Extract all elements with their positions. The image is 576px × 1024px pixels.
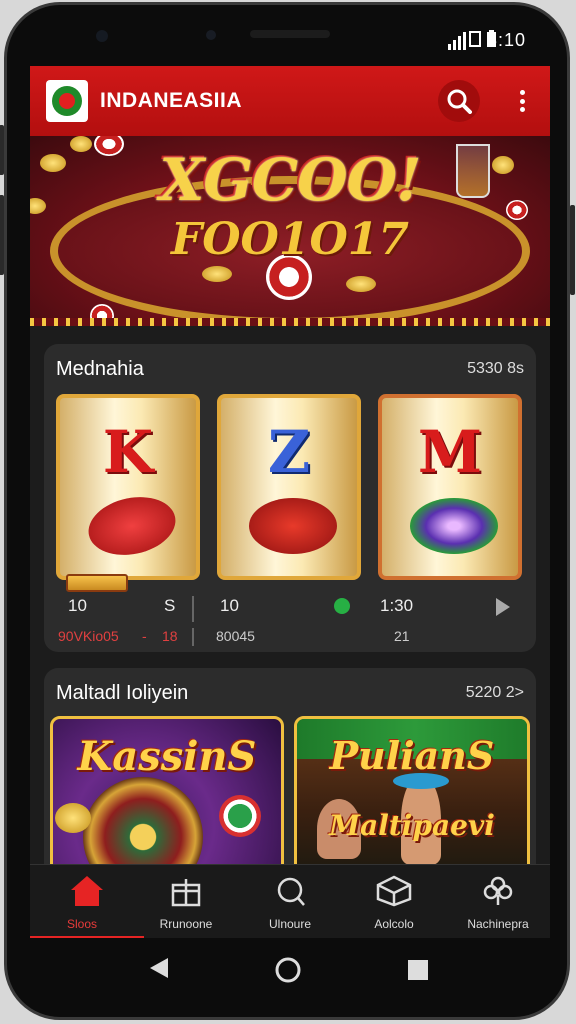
stat-value: 80045 <box>216 628 255 644</box>
nav-label: Sloos <box>66 917 98 931</box>
stat-value: 10 <box>220 596 239 615</box>
status-bar: 8:10 <box>0 22 576 52</box>
coin-icon <box>55 803 91 833</box>
section-count[interactable]: 5220 2> <box>466 684 524 702</box>
coin-icon <box>202 266 232 282</box>
back-icon[interactable] <box>148 956 170 980</box>
app-bar: INDANEASIIA <box>30 66 550 136</box>
divider <box>192 628 194 646</box>
banner-subtitle: FOO1O17 <box>170 214 410 265</box>
app-screen: INDANEASIIA XGCOO! FOO1O17 Mednahia 5330… <box>30 66 550 938</box>
nav-label: Rrunoone <box>159 917 213 931</box>
search-icon <box>447 89 472 114</box>
slots-section: Mednahia 5330 8s K Z M 10 S 10 1:30 90VK… <box>44 344 536 652</box>
nav-item-chat[interactable]: Ulnoure <box>238 865 342 938</box>
wifi-icon <box>469 31 481 47</box>
reel-symbol: K <box>102 418 154 486</box>
promo-banner[interactable]: XGCOO! FOO1O17 <box>30 136 550 326</box>
stat-value: 90VKio05 <box>58 628 119 644</box>
stat-value: 18 <box>162 628 178 644</box>
nav-label: Aolcolo <box>374 917 414 931</box>
stat-separator: - <box>142 628 147 644</box>
search-button[interactable] <box>438 80 480 122</box>
banner-title: XGCOO! <box>159 146 421 214</box>
bottom-navigation: Sloos Rrunoone Ulnoure Aolcolo Nachinepr… <box>30 864 550 938</box>
home-circle-icon[interactable] <box>274 956 302 984</box>
chat-bubble-icon <box>277 877 305 906</box>
system-navigation-bar <box>0 938 566 1008</box>
game-title: KassinS <box>77 733 257 780</box>
recents-icon[interactable] <box>406 958 430 982</box>
gift-box-icon <box>171 879 201 907</box>
app-title: INDANEASIIA <box>100 89 243 112</box>
section-title: Mednahia <box>56 358 144 380</box>
nav-label: Nachinepra <box>467 917 529 931</box>
reel-symbol: Z <box>267 418 311 486</box>
game-tile-pulians[interactable]: PulianS Maltipaevi <box>294 716 530 876</box>
nav-item-box[interactable]: Aolcolo <box>342 865 446 938</box>
play-icon[interactable] <box>496 598 510 616</box>
bar-tag <box>66 574 128 592</box>
stat-value: 21 <box>394 628 410 644</box>
home-icon <box>71 876 103 906</box>
more-menu-button[interactable] <box>512 84 532 118</box>
reel-symbol: M <box>417 418 483 486</box>
stat-value: S <box>164 596 176 615</box>
slot-reel-1[interactable]: K <box>56 394 200 592</box>
app-logo[interactable] <box>46 80 88 122</box>
clover-icon <box>483 876 513 905</box>
poker-chip-icon <box>219 795 261 837</box>
divider <box>192 596 194 622</box>
stat-value: 1:30 <box>380 596 414 615</box>
section-title: Maltadl Ioliyein <box>56 682 189 704</box>
nav-label: Ulnoure <box>268 917 312 931</box>
nav-item-promotions[interactable]: Rrunoone <box>134 865 238 938</box>
stat-value: 10 <box>68 596 87 615</box>
seven-shape-icon <box>83 489 181 563</box>
pepper-icon <box>249 498 337 554</box>
volume-button-2 <box>0 195 4 275</box>
game-tile-kassins[interactable]: KassinS <box>50 716 284 876</box>
power-button <box>570 205 575 295</box>
box-icon <box>376 875 412 907</box>
nav-item-home[interactable]: Sloos <box>30 865 134 938</box>
status-time: 8:10 <box>486 30 526 50</box>
roulette-wheel-icon <box>83 777 203 873</box>
signal-icon <box>448 32 466 50</box>
nav-item-more[interactable]: Nachinepra <box>446 865 550 938</box>
more-vert-icon <box>519 90 525 95</box>
volume-button <box>0 125 4 175</box>
game-subtitle: Maltipaevi <box>329 809 495 842</box>
coin-icon <box>346 276 376 292</box>
section-count[interactable]: 5330 8s <box>467 360 524 378</box>
slot-reel-3[interactable]: M <box>378 394 522 580</box>
gem-icon <box>410 498 498 554</box>
status-dot-icon <box>334 598 350 614</box>
slot-reel-2[interactable]: Z <box>217 394 361 580</box>
banner-lights <box>30 318 550 326</box>
game-title: PulianS <box>329 733 495 778</box>
